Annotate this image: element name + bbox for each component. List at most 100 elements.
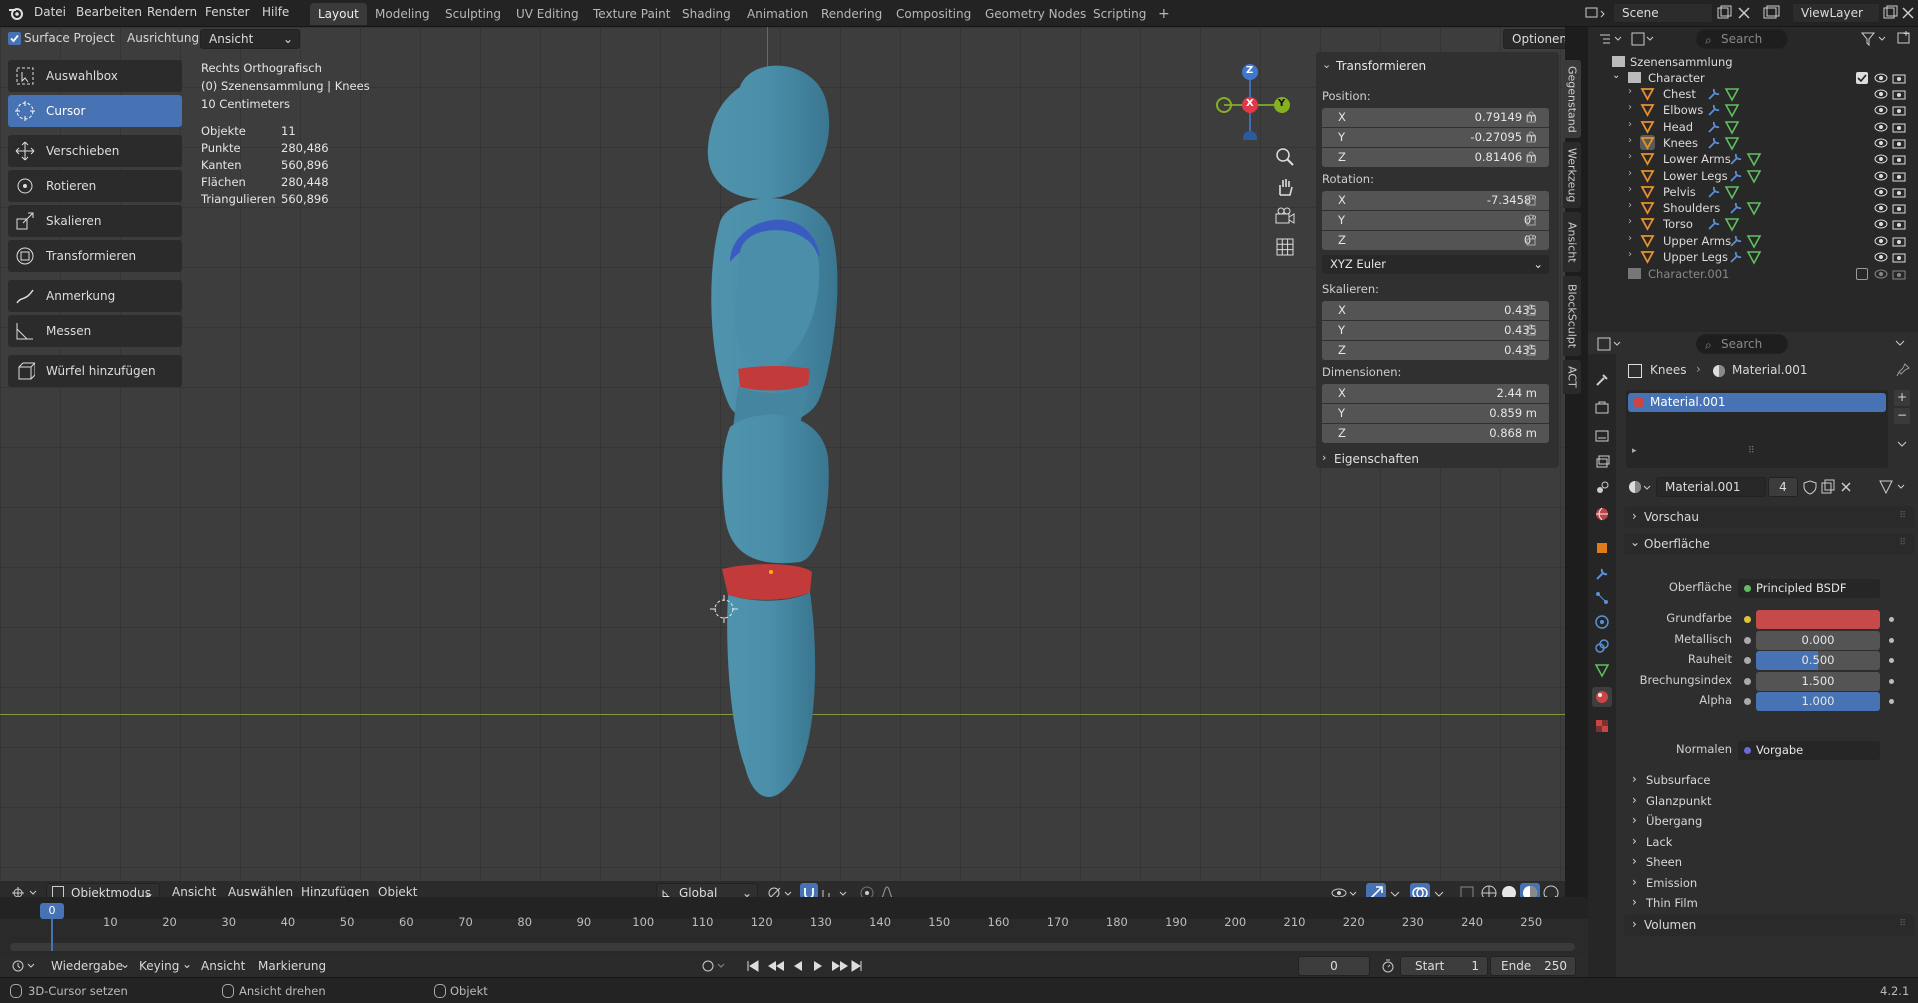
position-z-field[interactable]: Z 0.81406 m — [1322, 148, 1549, 167]
tool-wuerfel-hinzufuegen[interactable]: Würfel hinzufügen — [8, 355, 182, 387]
keyframe-dot-icon[interactable] — [1889, 658, 1894, 663]
timeline-ansicht-menu[interactable]: Ansicht — [201, 959, 245, 973]
eigenschaften-panel-title[interactable]: Eigenschaften — [1334, 452, 1419, 466]
menu-hilfe[interactable]: Hilfe — [262, 5, 289, 19]
scale-y-field[interactable]: Y 0.435 — [1322, 321, 1549, 340]
tab-animation[interactable]: Animation — [739, 3, 816, 25]
normalen-selector[interactable]: Vorgabe — [1738, 741, 1880, 760]
tool-rotieren[interactable]: Rotieren — [8, 170, 182, 202]
prop-field-metallisch[interactable]: 0.000 — [1756, 630, 1880, 650]
keyframe-dot-icon[interactable] — [1889, 617, 1894, 622]
chevron-down-icon[interactable]: ⌄ — [1612, 70, 1620, 81]
subpanel-übergang[interactable]: › Übergang — [1628, 813, 1908, 831]
keyframe-dot-icon[interactable] — [1889, 699, 1894, 704]
world-tab-icon[interactable] — [1594, 506, 1610, 522]
subpanel-glanzpunkt[interactable]: › Glanzpunkt — [1628, 793, 1908, 811]
material-tab-icon[interactable] — [1592, 687, 1612, 707]
tab-scripting[interactable]: Scripting — [1085, 3, 1154, 25]
tool-tab-icon[interactable] — [1594, 372, 1610, 388]
tool-skalieren[interactable]: Skalieren — [8, 205, 182, 237]
keyframe-dot-icon[interactable] — [1889, 637, 1894, 643]
tab-shading[interactable]: Shading — [674, 3, 739, 25]
add-workspace-button[interactable]: + — [1150, 3, 1178, 25]
subpanel-sheen[interactable]: › Sheen — [1628, 854, 1908, 872]
particles-tab-icon[interactable] — [1594, 590, 1610, 606]
timeline-editor-icon[interactable] — [10, 958, 38, 974]
fake-user-shield-icon[interactable] — [1802, 479, 1818, 495]
menu-bearbeiten[interactable]: Bearbeiten — [76, 5, 142, 19]
chevron-right-icon[interactable]: › — [1628, 200, 1632, 211]
ausrichtung-dropdown[interactable]: Ansicht ⌄ — [200, 29, 300, 49]
dimensions-x-field[interactable]: X 2.44 m — [1322, 384, 1549, 403]
texture-tab-icon[interactable] — [1594, 718, 1610, 734]
physics-tab-icon[interactable] — [1594, 614, 1610, 630]
tool-verschieben[interactable]: Verschieben — [8, 135, 182, 167]
chevron-right-icon[interactable]: › — [1628, 102, 1632, 113]
menu-rendern[interactable]: Rendern — [147, 5, 197, 19]
properties-search-input[interactable]: ⌕ Search — [1696, 334, 1788, 354]
chevron-right-icon[interactable]: › — [1628, 249, 1632, 260]
scene-icon[interactable] — [1584, 4, 1606, 22]
menu-fenster[interactable]: Fenster — [205, 5, 250, 19]
socket-icon[interactable] — [1744, 616, 1751, 623]
tab-sculpting[interactable]: Sculpting — [437, 3, 509, 25]
delete-viewlayer-icon[interactable] — [1900, 5, 1916, 21]
remove-slot-button[interactable]: − — [1894, 408, 1910, 424]
menu-datei[interactable]: Datei — [34, 5, 66, 19]
grip-icon[interactable]: ⠿ — [1748, 446, 1755, 456]
new-scene-icon[interactable] — [1716, 5, 1732, 21]
prop-field-rauheit[interactable]: 0.500 — [1756, 651, 1880, 670]
lock-rotation-x-icon[interactable] — [1526, 194, 1538, 206]
rotation-z-field[interactable]: Z 0° — [1322, 231, 1549, 250]
3d-cursor-icon[interactable] — [710, 595, 738, 623]
data-tab-icon[interactable] — [1594, 662, 1610, 678]
socket-icon[interactable] — [1744, 657, 1751, 664]
pan-hand-icon[interactable] — [1273, 175, 1297, 199]
chevron-right-icon[interactable]: › — [1628, 168, 1632, 179]
new-viewlayer-icon[interactable] — [1882, 5, 1898, 21]
tab-act[interactable]: ACT — [1563, 360, 1581, 394]
new-collection-icon[interactable] — [1896, 30, 1912, 46]
jump-to-end-icon[interactable] — [850, 958, 866, 974]
blender-logo-icon[interactable] — [8, 5, 24, 21]
optionen-dropdown[interactable]: Optionen ⌄ — [1503, 29, 1565, 49]
tab-rendering[interactable]: Rendering — [813, 3, 890, 25]
tab-werkzeug[interactable]: Werkzeug — [1563, 142, 1581, 208]
keyframe-dot-icon[interactable] — [1889, 678, 1894, 684]
transform-panel-title[interactable]: Transformieren — [1336, 59, 1426, 73]
display-mode-icon[interactable] — [1630, 31, 1656, 47]
lock-scale-x-icon[interactable] — [1526, 304, 1538, 316]
markierung-menu[interactable]: Markierung — [258, 959, 326, 973]
dimensions-y-field[interactable]: Y 0.859 m — [1322, 404, 1549, 423]
camera-icon[interactable] — [1891, 266, 1907, 282]
chevron-right-icon[interactable]: › — [1628, 119, 1632, 130]
tab-compositing[interactable]: Compositing — [888, 3, 979, 25]
tool-cursor[interactable]: Cursor — [8, 95, 182, 127]
lock-rotation-y-icon[interactable] — [1526, 214, 1538, 226]
lock-scale-z-icon[interactable] — [1526, 344, 1538, 356]
perspective-grid-icon[interactable] — [1273, 235, 1297, 259]
chevron-right-icon[interactable]: › — [1628, 135, 1632, 146]
shader-selector[interactable]: Principled BSDF — [1738, 579, 1880, 598]
start-frame-field[interactable]: Start 1 — [1400, 956, 1488, 976]
subpanel-subsurface[interactable]: › Subsurface — [1628, 772, 1908, 790]
viewlayer-icon[interactable] — [1762, 4, 1784, 22]
chevron-right-icon[interactable]: › — [1322, 451, 1326, 464]
lock-scale-y-icon[interactable] — [1526, 324, 1538, 336]
dimensions-z-field[interactable]: Z 0.868 m — [1322, 424, 1549, 443]
mesh-data-icon[interactable] — [1746, 249, 1762, 265]
tab-modeling[interactable]: Modeling — [367, 3, 438, 25]
properties-editor-icon[interactable] — [1596, 336, 1624, 352]
eye-icon[interactable] — [1873, 266, 1889, 282]
play-reverse-icon[interactable] — [790, 958, 808, 974]
rotation-x-field[interactable]: X -7.3458° — [1322, 191, 1549, 210]
slot-specials-chevron-icon[interactable] — [1894, 436, 1910, 452]
tab-blocksculpt[interactable]: BlockSculpt — [1563, 276, 1581, 356]
prop-field-alpha[interactable]: 1.000 — [1756, 692, 1880, 711]
material-slot-row[interactable]: Material.001 — [1628, 393, 1886, 412]
navigation-gizmo[interactable]: Z X Y — [1210, 60, 1290, 140]
tool-auswahlbox[interactable]: Auswahlbox — [8, 60, 182, 92]
chevron-right-icon[interactable]: › — [1628, 86, 1632, 97]
object-tab-icon[interactable] — [1594, 540, 1610, 556]
position-x-field[interactable]: X 0.79149 m — [1322, 108, 1549, 127]
